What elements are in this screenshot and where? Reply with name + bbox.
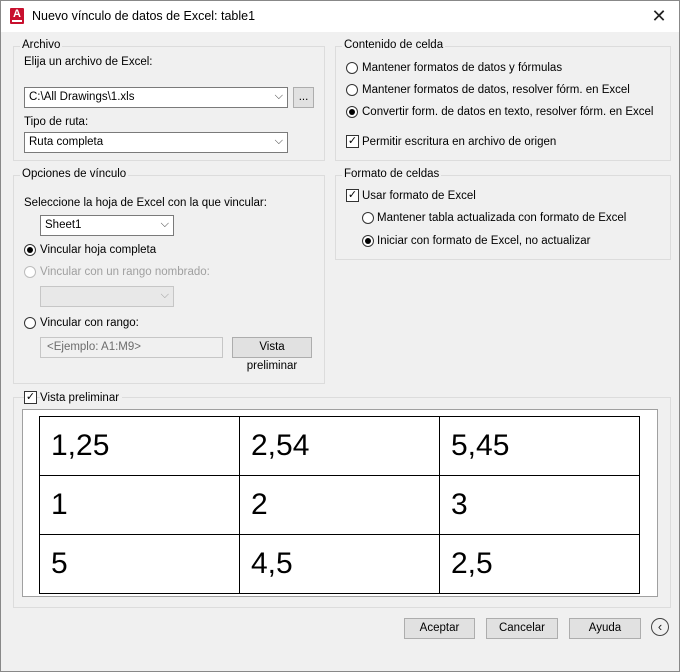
chevron-down-icon: ⌵ [274,90,283,102]
title-bar: A Nuevo vínculo de datos de Excel: table… [1,1,679,32]
range-placeholder: <Ejemplo: A1:M9> [47,341,141,353]
dialog-title: Nuevo vínculo de datos de Excel: table1 [32,9,256,23]
preview-label: Vista preliminar [40,392,123,404]
dialog-window: A Nuevo vínculo de datos de Excel: table… [0,0,680,672]
start-only-label: Iniciar con formato de Excel, no actuali… [377,235,591,247]
preview-button[interactable]: Vista preliminar [232,337,312,372]
named-range-label: Vincular con un rango nombrado: [40,266,210,278]
named-range-combo[interactable]: ⌵ [40,286,174,307]
sheet-value: Sheet1 [45,219,82,231]
chevron-left-icon[interactable]: ‹ [651,618,669,636]
file-combo[interactable]: C:\All Drawings\1.xls ⌵ [24,87,288,108]
close-icon[interactable]: ✕ [647,4,671,28]
convert-text-label: Convertir form. de datos en texto, resol… [362,106,654,118]
sheet-combo[interactable]: Sheet1 ⌵ [40,215,174,236]
radio-range[interactable] [24,317,36,329]
table-row: 1 2 3 [39,475,640,535]
cancel-button[interactable]: Cancelar [486,618,558,639]
table-row: 5 4,5 2,5 [39,534,640,594]
radio-start-only[interactable] [362,235,374,247]
table-row: 1,25 2,54 5,45 [39,416,640,476]
write-source-checkbox[interactable]: ✓ [346,135,359,148]
path-type-value: Ruta completa [29,136,104,148]
table-cell: 2 [239,475,440,535]
preview-pane: 1,25 2,54 5,45 1 2 3 5 4,5 2,5 [22,409,658,597]
browse-button[interactable]: ... [293,87,314,108]
radio-link-sheet[interactable] [24,244,36,256]
table-cell: 2,54 [239,416,440,476]
preview-table: 1,25 2,54 5,45 1 2 3 5 4,5 2,5 [39,416,640,594]
table-cell: 5 [39,534,240,594]
radio-keep-formats[interactable] [346,62,358,74]
checkmark-icon: ✓ [347,189,358,201]
help-button[interactable]: Ayuda [569,618,641,639]
radio-keep-updated[interactable] [362,212,374,224]
ok-button[interactable]: Aceptar [404,618,475,639]
contenido-legend: Contenido de celda [342,39,446,51]
write-source-label: Permitir escritura en archivo de origen [362,136,557,148]
resolve-excel-label: Mantener formatos de datos, resolver fór… [362,84,630,96]
table-cell: 4,5 [239,534,440,594]
checkmark-icon: ✓ [347,135,358,147]
keep-formats-label: Mantener formatos de datos y fórmulas [362,62,563,74]
chevron-down-icon: ⌵ [274,135,283,147]
range-input[interactable]: <Ejemplo: A1:M9> [40,337,223,358]
checkmark-icon: ✓ [25,391,36,403]
table-cell: 2,5 [439,534,640,594]
range-label: Vincular con rango: [40,317,139,329]
table-cell: 1,25 [39,416,240,476]
opciones-legend: Opciones de vínculo [20,168,129,180]
file-value: C:\All Drawings\1.xls [29,91,135,103]
autocad-app-icon: A [10,8,24,24]
radio-named-range[interactable] [24,266,36,278]
link-sheet-label: Vincular hoja completa [40,244,157,256]
file-label: Elija un archivo de Excel: [24,56,153,68]
path-type-combo[interactable]: Ruta completa ⌵ [24,132,288,153]
use-excel-format-label: Usar formato de Excel [362,190,476,202]
use-excel-format-checkbox[interactable]: ✓ [346,189,359,202]
formato-legend: Formato de celdas [342,168,442,180]
preview-checkbox[interactable]: ✓ [24,391,37,404]
table-cell: 3 [439,475,640,535]
chevron-down-icon: ⌵ [160,289,169,301]
sheet-label: Seleccione la hoja de Excel con la que v… [24,197,267,209]
table-cell: 1 [39,475,240,535]
table-cell: 5,45 [439,416,640,476]
path-type-label: Tipo de ruta: [24,116,89,128]
keep-updated-label: Mantener tabla actualizada con formato d… [377,212,627,224]
archivo-legend: Archivo [20,39,63,51]
radio-convert-text[interactable] [346,106,358,118]
chevron-down-icon: ⌵ [160,218,169,230]
radio-resolve-excel[interactable] [346,84,358,96]
